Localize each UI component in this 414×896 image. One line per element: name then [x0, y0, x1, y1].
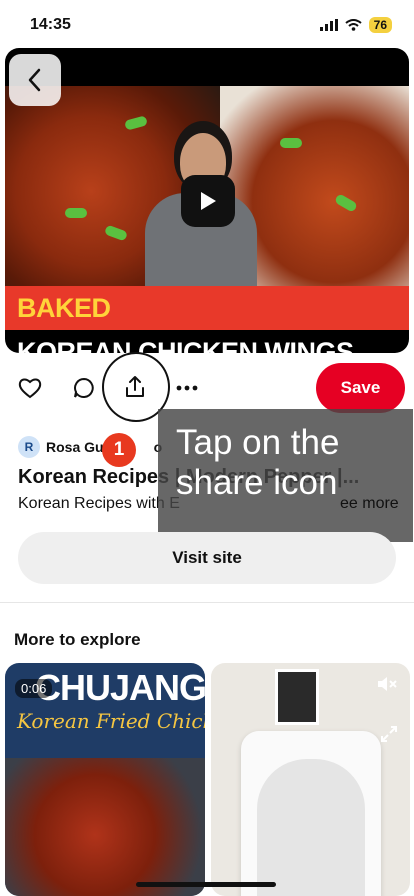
garnish — [65, 208, 87, 218]
banner-words: KOREAN CHICKEN WINGS — [17, 337, 354, 353]
back-button[interactable] — [9, 54, 61, 106]
expand-button[interactable] — [380, 725, 398, 748]
instruction-tooltip: Tap on the share icon — [158, 409, 413, 542]
status-bar: 14:35 76 — [0, 0, 414, 48]
more-options-button[interactable] — [174, 374, 200, 402]
creator-row[interactable]: R Rosa Guo — [18, 436, 162, 458]
explore-card[interactable]: 0:06 CHUJANG Korean Fried Chicken — [5, 663, 205, 896]
play-button[interactable] — [181, 175, 235, 227]
step-badge: 1 — [102, 433, 136, 467]
card-image — [5, 758, 205, 896]
pin-video[interactable]: BAKED KOREAN CHICKEN WINGS — [5, 48, 409, 353]
mute-button[interactable] — [376, 675, 398, 698]
section-title: More to explore — [14, 630, 141, 649]
video-duration: 0:06 — [15, 679, 53, 698]
pin-description: Korean Recipes with E — [18, 495, 180, 513]
comment-button[interactable] — [70, 374, 98, 402]
play-icon — [201, 192, 216, 210]
see-more-link[interactable]: ee more — [340, 495, 399, 513]
wifi-icon — [345, 19, 362, 31]
heart-icon — [18, 378, 42, 399]
avatar: R — [18, 436, 40, 458]
visit-site-button[interactable]: Visit site — [18, 532, 396, 584]
card-image — [241, 731, 381, 896]
chevron-left-icon — [28, 68, 41, 92]
clock: 14:35 — [30, 16, 71, 33]
more-icon — [176, 385, 198, 391]
signal-icon — [319, 19, 338, 31]
creator-name: Rosa Gu — [46, 439, 104, 455]
pin-action-bar: Save — [0, 360, 414, 416]
comment-icon — [74, 377, 94, 398]
card-brand-text: CHUJANG — [35, 667, 205, 708]
expand-icon — [381, 726, 397, 742]
pin-description-text: Korean Recipes with E — [18, 495, 180, 512]
mute-icon — [378, 677, 397, 691]
save-button[interactable]: Save — [316, 363, 405, 413]
divider — [0, 602, 414, 603]
like-button[interactable] — [16, 374, 44, 402]
video-title-banner: BAKED KOREAN CHICKEN WINGS — [5, 286, 409, 353]
card-subtitle: Korean Fried Chicken — [17, 709, 205, 733]
banner-word-baked: BAKED — [17, 293, 111, 323]
battery-indicator: 76 — [368, 17, 392, 33]
card-image-decor — [275, 669, 319, 725]
garnish — [280, 138, 302, 148]
home-indicator[interactable] — [136, 882, 276, 887]
explore-card[interactable] — [211, 663, 410, 896]
status-icons: 76 — [319, 17, 392, 33]
